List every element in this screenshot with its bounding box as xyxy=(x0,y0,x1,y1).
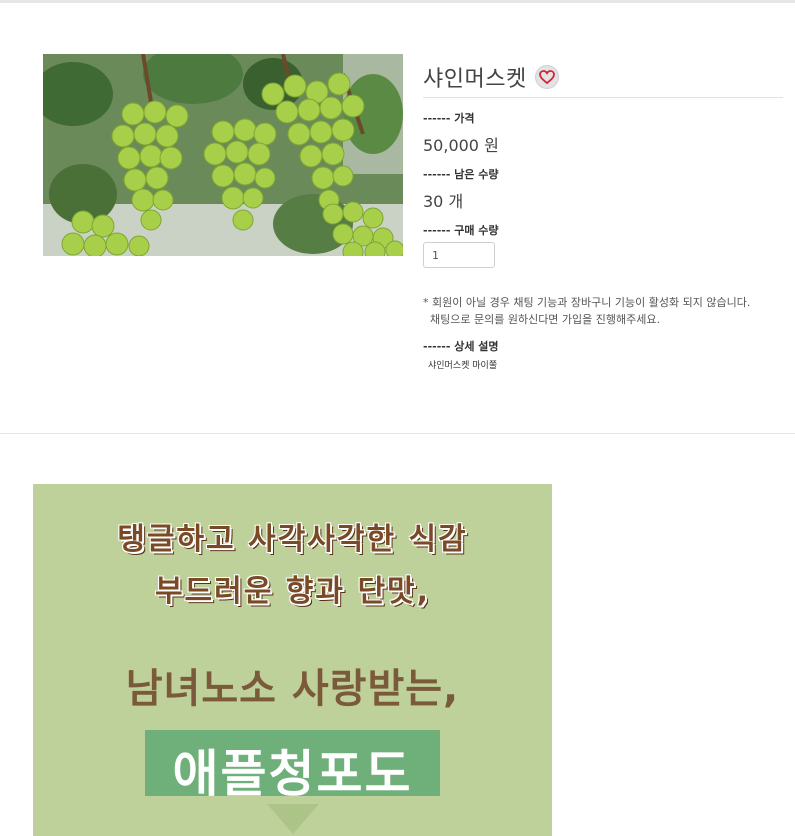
detail-label: ------ 상세 설명 xyxy=(423,340,499,353)
notice-line-1: * 회원이 아닐 경우 채팅 기능과 장바구니 기능이 활성화 되지 않습니다. xyxy=(423,296,751,309)
banner-line-4: 애플청포도 xyxy=(172,745,413,803)
wishlist-button[interactable] xyxy=(534,65,559,89)
detail-banner-image: 탱글하고 사각사각한 식감 부드러운 향과 단맛, 남녀노소 사랑받는, 애플청… xyxy=(33,484,552,836)
banner-line-1: 탱글하고 사각사각한 식감 xyxy=(117,522,468,557)
detail-text: 샤인머스켓 마이쭐 xyxy=(428,361,498,371)
leaf-icon xyxy=(267,804,319,834)
product-image xyxy=(43,54,403,256)
product-title-row: 샤인머스켓 xyxy=(423,58,783,96)
price-value: 50,000 원 xyxy=(423,136,499,155)
banner-line-2: 부드러운 향과 단맛, xyxy=(154,574,431,609)
quantity-input[interactable] xyxy=(423,242,495,268)
heart-icon xyxy=(538,70,555,84)
banner-highlight-box: 애플청포도 xyxy=(145,730,440,803)
top-border xyxy=(0,0,795,3)
product-name: 샤인머스켓 xyxy=(423,67,527,92)
section-divider xyxy=(0,433,795,434)
stock-label: ------ 남은 수량 xyxy=(423,168,499,181)
title-divider xyxy=(423,97,783,98)
price-label: ------ 가격 xyxy=(423,112,475,125)
stock-value: 30 개 xyxy=(423,192,464,211)
banner-line-3: 남녀노소 사랑받는, xyxy=(125,666,460,712)
member-notice: * 회원이 아닐 경우 채팅 기능과 장바구니 기능이 활성화 되지 않습니다.… xyxy=(423,294,750,328)
notice-line-2: 채팅으로 문의를 원하신다면 가입을 진행해주세요. xyxy=(430,313,661,326)
quantity-label: ------ 구매 수량 xyxy=(423,224,499,237)
